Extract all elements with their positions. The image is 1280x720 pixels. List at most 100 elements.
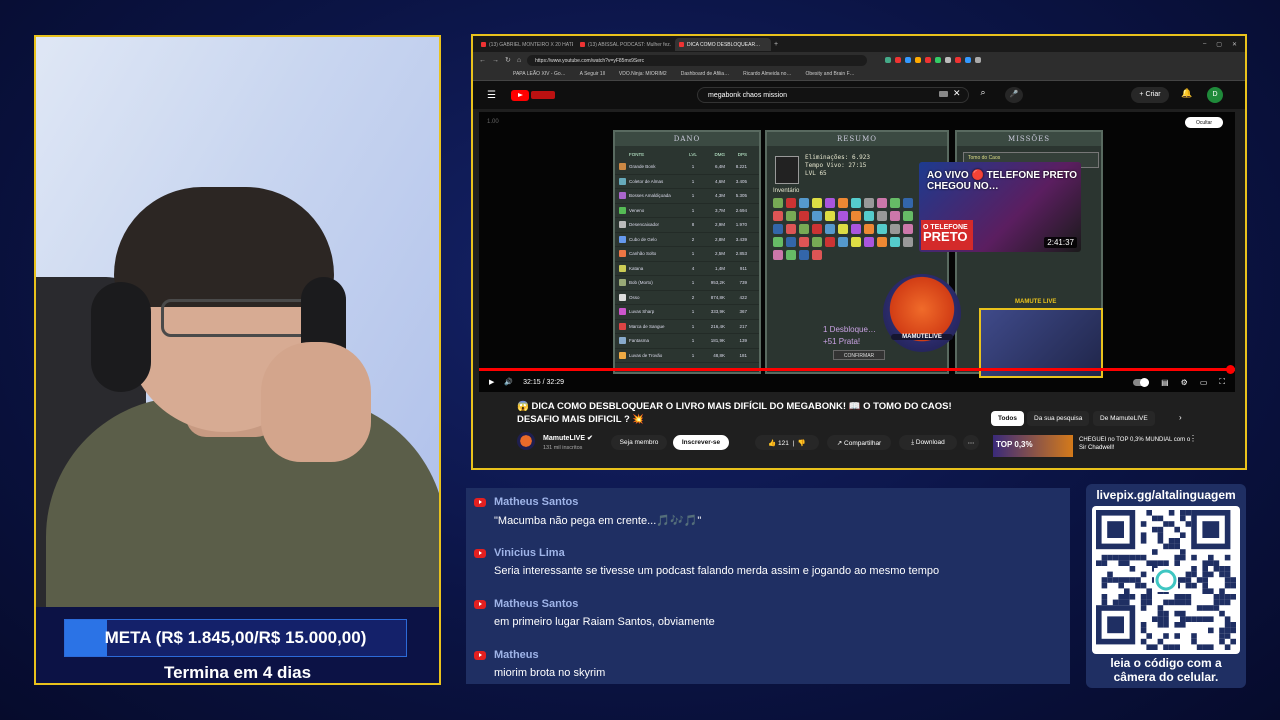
filter-chip-from-channel[interactable]: De MamuteLIVE: [1093, 411, 1155, 426]
bookmark[interactable]: A Seguir 1ll: [580, 71, 605, 77]
volume-icon[interactable]: 🔊: [504, 378, 513, 386]
bookmark[interactable]: Ricardo Almeida no…: [743, 71, 791, 77]
recommended-video-title[interactable]: CHEGUEI no TOP 0,3% MUNDIAL com o Sir Ch…: [1079, 436, 1191, 452]
filter-chip-all[interactable]: Todos: [991, 411, 1025, 426]
clear-search-icon[interactable]: ✕: [953, 88, 961, 99]
autoplay-toggle[interactable]: [1133, 377, 1150, 387]
damage-row: Veneno 1 3,7M 2.694: [615, 204, 759, 218]
notifications-bell-icon[interactable]: 🔔: [1181, 88, 1192, 99]
address-bar-row: ← → ↻ ⌂ https://www.youtube.com/watch?v=…: [473, 52, 1245, 68]
filter-chip-from-search[interactable]: Da sua pesquisa: [1027, 411, 1090, 426]
weapon-icon: [619, 293, 626, 301]
mammoth-logo-icon: [883, 274, 961, 352]
channel-avatar[interactable]: [517, 432, 535, 450]
new-tab-icon[interactable]: +: [774, 41, 778, 48]
game-version: 1.00: [487, 119, 499, 125]
damage-cell-lvl: 1: [691, 280, 695, 286]
inventory-item-icon: [877, 237, 887, 247]
share-button[interactable]: ↗ Compartilhar: [827, 435, 891, 450]
inventory-item-icon: [903, 237, 913, 247]
bookmark[interactable]: Obesity and Brain F…: [805, 71, 854, 77]
chevron-right-icon[interactable]: ›: [1179, 413, 1182, 422]
more-actions-icon[interactable]: ⋯: [963, 435, 979, 450]
channel-name[interactable]: MamuteLIVE ✔: [543, 434, 593, 442]
hide-overlay-button[interactable]: Ocultar: [1185, 117, 1223, 128]
weapon-icon: [619, 206, 626, 214]
inventory-item-icon: [903, 224, 913, 234]
join-button[interactable]: Seja membro: [611, 435, 667, 450]
inventory-item-icon: [838, 211, 848, 221]
fullscreen-icon[interactable]: ⛶: [1219, 377, 1225, 387]
weapon-icon: [619, 308, 626, 316]
extension-icon[interactable]: [935, 57, 942, 63]
inventory-item-icon: [890, 237, 900, 247]
video-player[interactable]: 1.00 Ocultar DANO FONTE LVL DMG DPS Gran…: [479, 112, 1235, 392]
video-progress-bar[interactable]: [479, 365, 1235, 374]
damage-cell-name: Bosses Amaldiçoada: [629, 193, 671, 199]
extension-icon[interactable]: [885, 57, 892, 63]
recommended-video-thumbnail[interactable]: TOP 0,3%: [993, 435, 1073, 457]
download-button[interactable]: ⤓ Download: [899, 435, 957, 450]
maximize-icon[interactable]: ▢: [1216, 41, 1222, 48]
damage-cell-name: Coletor de Almas: [629, 178, 664, 184]
youtube-logo-icon[interactable]: [511, 90, 529, 101]
damage-cell-lvl: 1: [691, 164, 695, 170]
weapon-icon: [619, 235, 626, 243]
thumbs-down-icon[interactable]: 👎: [798, 440, 806, 447]
minimize-icon[interactable]: –: [1203, 41, 1206, 48]
damage-cell-dmg: 216,4K: [710, 323, 725, 329]
microphone-icon[interactable]: 🎤: [1005, 87, 1023, 103]
forward-icon[interactable]: →: [492, 57, 499, 64]
bookmark[interactable]: PAPA LEÃO XIV - Go…: [513, 71, 566, 77]
extension-icon[interactable]: [895, 57, 902, 63]
bookmark[interactable]: Dashboard de Afilia…: [681, 71, 729, 77]
inventory-item-icon: [786, 237, 796, 247]
inventory-item-icon: [890, 224, 900, 234]
chat-author: Vinicius Lima: [494, 547, 565, 559]
chat-author: Matheus: [494, 649, 539, 661]
inventory-item-icon: [864, 198, 874, 208]
close-icon[interactable]: ✕: [1232, 41, 1237, 48]
browser-tab[interactable]: (13) ABISSAL PODCAST: Mulher fez…: [576, 38, 672, 51]
keyboard-icon[interactable]: [939, 91, 948, 97]
suggested-video-thumbnail[interactable]: AO VIVO 🔴 TELEFONE PRETO CHEGOU NO… O TE…: [919, 162, 1081, 252]
extension-icon[interactable]: [925, 57, 932, 63]
extension-icon[interactable]: [975, 57, 982, 63]
home-icon[interactable]: ⌂: [517, 57, 521, 64]
extension-icon[interactable]: [965, 57, 972, 63]
weapon-icon: [619, 351, 626, 359]
create-button[interactable]: + Criar: [1131, 87, 1169, 103]
like-dislike-button[interactable]: 👍 121 | 👎: [755, 435, 819, 450]
damage-cell-dmg: 1,4M: [714, 265, 725, 271]
youtube-wordmark[interactable]: [531, 91, 555, 99]
inventory-item-icon: [890, 198, 900, 208]
search-icon[interactable]: ⌕: [973, 87, 993, 103]
url-field[interactable]: https://www.youtube.com/watch?v=yF85mx9S…: [527, 54, 868, 66]
damage-cell-lvl: 1: [691, 338, 695, 344]
youtube-search-input[interactable]: megabonk chaos mission: [697, 87, 969, 103]
extension-icon[interactable]: [945, 57, 952, 63]
back-icon[interactable]: ←: [479, 57, 486, 64]
recommended-menu-icon[interactable]: ⋮: [1189, 434, 1197, 443]
settings-gear-icon[interactable]: ⚙: [1181, 378, 1188, 387]
theater-mode-icon[interactable]: ▭: [1200, 378, 1208, 387]
browser-tab-active[interactable]: DICA COMO DESBLOQUEAR…: [675, 37, 771, 51]
reload-icon[interactable]: ↻: [505, 56, 511, 64]
account-avatar[interactable]: D: [1207, 87, 1223, 103]
damage-cell-lvl: 1: [691, 309, 695, 315]
play-icon[interactable]: ▶: [489, 378, 494, 386]
run-stats: Eliminações: 6.923 Tempo Vivo: 27:15 LVL…: [805, 154, 871, 177]
thumbs-up-icon[interactable]: 👍: [768, 440, 776, 447]
extension-icon[interactable]: [905, 57, 912, 63]
extension-icon[interactable]: [915, 57, 922, 63]
subscribe-button[interactable]: Inscrever-se: [673, 435, 729, 450]
bookmark[interactable]: VDO.Ninja: MIORIM2: [619, 71, 667, 77]
hamburger-menu-icon[interactable]: ☰: [487, 90, 496, 101]
youtube-icon: [474, 549, 486, 558]
webcam-frame: META (R$ 1.845,00/R$ 15.000,00) Termina …: [34, 35, 441, 685]
extension-icon[interactable]: [955, 57, 962, 63]
missions-panel-title: MISSÕES: [957, 132, 1101, 146]
browser-tab[interactable]: (13) GABRIEL MONTEIRO X 20 HATE…: [477, 38, 573, 51]
subtitles-icon[interactable]: ▤: [1161, 378, 1169, 387]
damage-cell-dmg: 2,5M: [714, 251, 725, 257]
